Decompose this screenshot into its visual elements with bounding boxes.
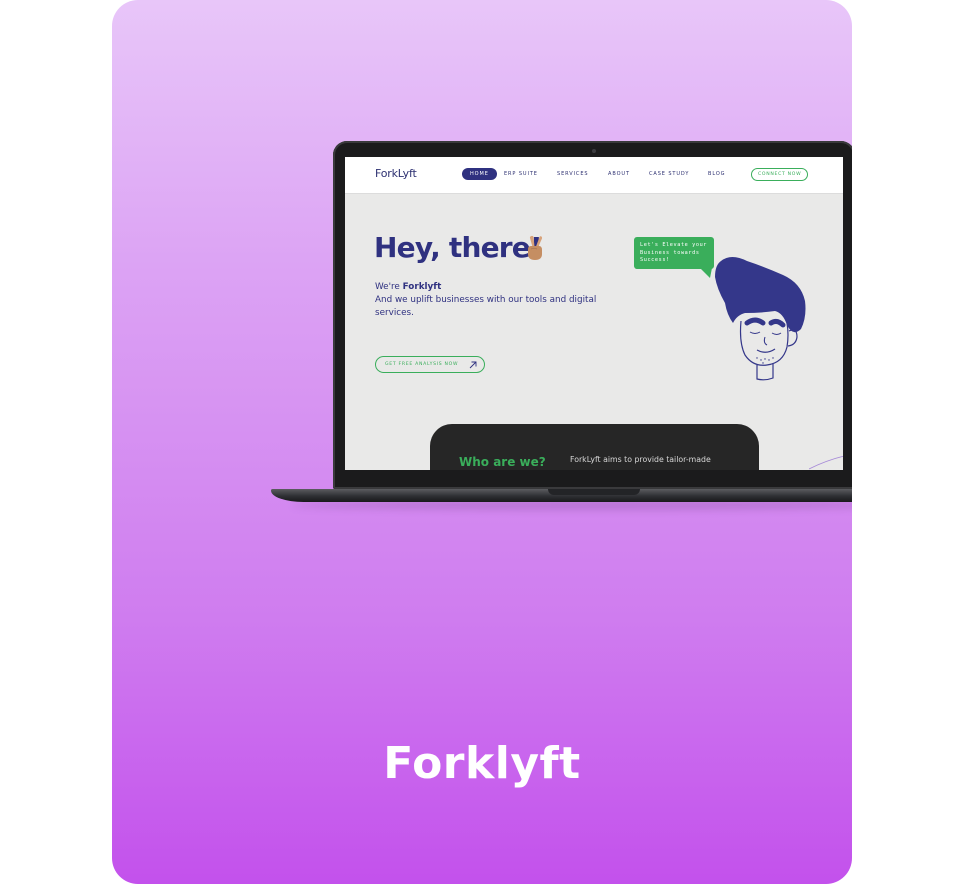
get-free-analysis-button[interactable]: GET FREE ANALYSIS NOW xyxy=(375,356,485,373)
hero-description: We're Forklyft And we uplift businesses … xyxy=(375,281,625,320)
nav-about[interactable]: ABOUT xyxy=(608,171,630,177)
about-card: Who are we? ForkLyft aims to provide tai… xyxy=(430,424,759,470)
camera-icon xyxy=(592,149,596,153)
speech-bubble-tail xyxy=(700,268,712,278)
project-card[interactable]: ForkLyft HOME ERP SUITE SERVICES ABOUT C… xyxy=(112,0,852,884)
victory-hand-icon xyxy=(528,235,543,260)
laptop-mockup: ForkLyft HOME ERP SUITE SERVICES ABOUT C… xyxy=(333,141,852,489)
decorative-line xyxy=(809,455,843,470)
website-screen: ForkLyft HOME ERP SUITE SERVICES ABOUT C… xyxy=(345,157,843,470)
intro-brand: Forklyft xyxy=(402,282,442,292)
project-title: Forklyft xyxy=(383,738,581,789)
laptop-notch xyxy=(548,489,640,495)
cta-label: GET FREE ANALYSIS NOW xyxy=(385,362,459,367)
arrow-up-right-icon xyxy=(469,361,477,369)
laptop-base xyxy=(271,489,852,502)
site-navbar: ForkLyft HOME ERP SUITE SERVICES ABOUT C… xyxy=(345,157,843,194)
nav-blog[interactable]: BLOG xyxy=(708,171,725,177)
about-title: Who are we? xyxy=(459,455,546,469)
about-text: ForkLyft aims to provide tailor-made xyxy=(570,455,711,464)
hero-tagline: And we uplift businesses with our tools … xyxy=(375,295,597,318)
speech-bubble-text: Let's Elevate your Business towards Succ… xyxy=(640,242,708,263)
nav-erp-suite[interactable]: ERP SUITE xyxy=(504,171,538,177)
nav-home[interactable]: HOME xyxy=(462,168,497,180)
site-logo[interactable]: ForkLyft xyxy=(375,167,417,180)
intro-prefix: We're xyxy=(375,282,403,292)
hero-title: Hey, there! xyxy=(374,231,543,264)
speech-bubble: Let's Elevate your Business towards Succ… xyxy=(634,237,714,269)
nav-services[interactable]: SERVICES xyxy=(557,171,588,177)
character-illustration xyxy=(715,257,806,381)
connect-now-button[interactable]: CONNECT NOW xyxy=(751,168,809,181)
nav-case-study[interactable]: CASE STUDY xyxy=(649,171,689,177)
